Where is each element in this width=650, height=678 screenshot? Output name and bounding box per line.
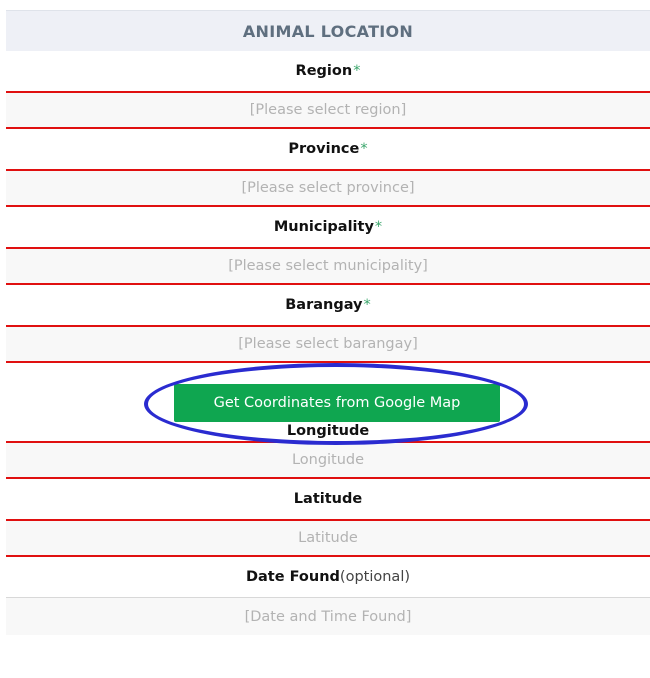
barangay-placeholder: [Please select barangay]	[238, 336, 418, 352]
date-found-field[interactable]: [Date and Time Found]	[6, 597, 650, 635]
latitude-label-row: Latitude	[6, 479, 650, 519]
animal-location-form: ANIMAL LOCATION Region * [Please select r…	[6, 10, 650, 635]
barangay-label: Barangay	[285, 297, 363, 313]
region-placeholder: [Please select region]	[249, 102, 407, 118]
longitude-label: Longitude	[286, 423, 370, 439]
latitude-field[interactable]: Latitude	[6, 519, 650, 557]
barangay-label-row: Barangay *	[6, 285, 650, 325]
province-select[interactable]: [Please select province]	[6, 169, 650, 207]
longitude-field[interactable]: Longitude	[6, 441, 650, 479]
province-required-mark: *	[360, 141, 368, 157]
section-title: ANIMAL LOCATION	[6, 10, 650, 51]
date-found-label: Date Found	[245, 569, 340, 585]
latitude-placeholder: Latitude	[298, 530, 358, 546]
date-found-label-row: Date Found (optional)	[6, 557, 650, 597]
municipality-label: Municipality	[273, 219, 374, 235]
barangay-required-mark: *	[363, 297, 371, 313]
date-found-optional-note: (optional)	[339, 569, 411, 585]
latitude-label: Latitude	[293, 491, 363, 507]
region-required-mark: *	[353, 63, 361, 79]
municipality-required-mark: *	[374, 219, 383, 235]
region-label: Region	[295, 63, 353, 79]
municipality-label-row: Municipality *	[6, 207, 650, 247]
province-placeholder: [Please select province]	[241, 180, 415, 196]
date-found-placeholder: [Date and Time Found]	[244, 608, 412, 625]
get-coordinates-button-label: Get Coordinates from Google Map	[213, 395, 461, 411]
barangay-select[interactable]: [Please select barangay]	[6, 325, 650, 363]
municipality-select[interactable]: [Please select municipality]	[6, 247, 650, 285]
get-coordinates-button[interactable]: Get Coordinates from Google Map	[174, 384, 500, 422]
province-label-row: Province *	[6, 129, 650, 169]
province-label: Province	[288, 141, 360, 157]
longitude-placeholder: Longitude	[291, 452, 365, 468]
region-label-row: Region *	[6, 51, 650, 91]
municipality-placeholder: [Please select municipality]	[228, 258, 428, 274]
map-button-area: Longitude Get Coordinates from Google Ma…	[6, 363, 650, 445]
region-select[interactable]: [Please select region]	[6, 91, 650, 129]
